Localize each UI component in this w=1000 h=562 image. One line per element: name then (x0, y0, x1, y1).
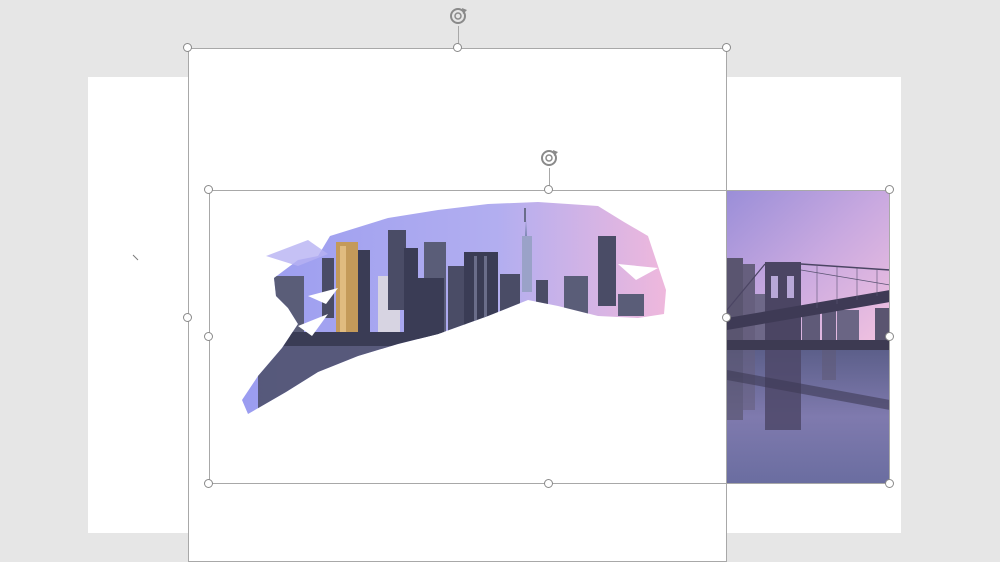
picture-handle-bottom-right[interactable] (885, 479, 894, 488)
resize-handle-top-right[interactable] (722, 43, 731, 52)
bridge-photo-image (727, 190, 890, 484)
picture-handle-left[interactable] (204, 332, 213, 341)
bridge-photo[interactable] (727, 190, 890, 484)
resize-handle-top-left[interactable] (183, 43, 192, 52)
picture-handle-right[interactable] (885, 332, 894, 341)
stray-mark (132, 249, 140, 261)
picture-handle-top-right[interactable] (885, 185, 894, 194)
resize-handle-left[interactable] (183, 313, 192, 322)
picture-handle-top[interactable] (544, 185, 553, 194)
rotate-handle-icon[interactable] (448, 6, 468, 26)
rotate-handle-icon[interactable] (539, 148, 559, 168)
resize-handle-top[interactable] (453, 43, 462, 52)
picture-handle-bottom[interactable] (544, 479, 553, 488)
picture-handle-bottom-left[interactable] (204, 479, 213, 488)
picture-handle-top-left[interactable] (204, 185, 213, 194)
resize-handle-right[interactable] (722, 313, 731, 322)
city-skyline-brush-stroke-image (242, 202, 666, 414)
skyline-brush-picture[interactable] (238, 196, 670, 418)
